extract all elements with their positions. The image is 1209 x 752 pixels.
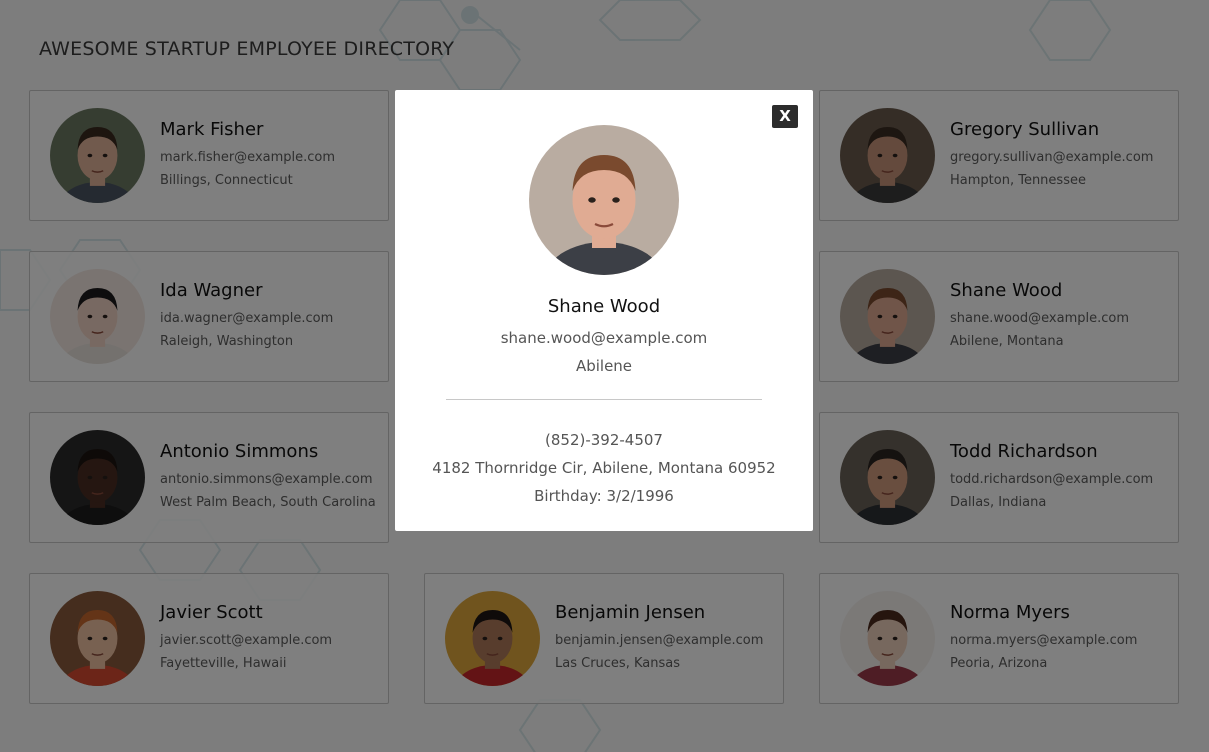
close-button[interactable]: X — [772, 105, 798, 128]
modal-divider — [446, 399, 762, 400]
modal-phone: (852)-392-4507 — [545, 431, 663, 449]
modal-city: Abilene — [575, 357, 633, 375]
employee-modal: X Shane Wood shane.wood@example.com Abil… — [395, 90, 813, 531]
modal-avatar — [529, 125, 679, 275]
modal-birthday: Birthday: 3/2/1996 — [534, 487, 674, 505]
modal-name: Shane Wood — [547, 296, 661, 317]
modal-email: shane.wood@example.com — [500, 329, 708, 347]
modal-address: 4182 Thornridge Cir, Abilene, Montana 60… — [432, 459, 776, 477]
